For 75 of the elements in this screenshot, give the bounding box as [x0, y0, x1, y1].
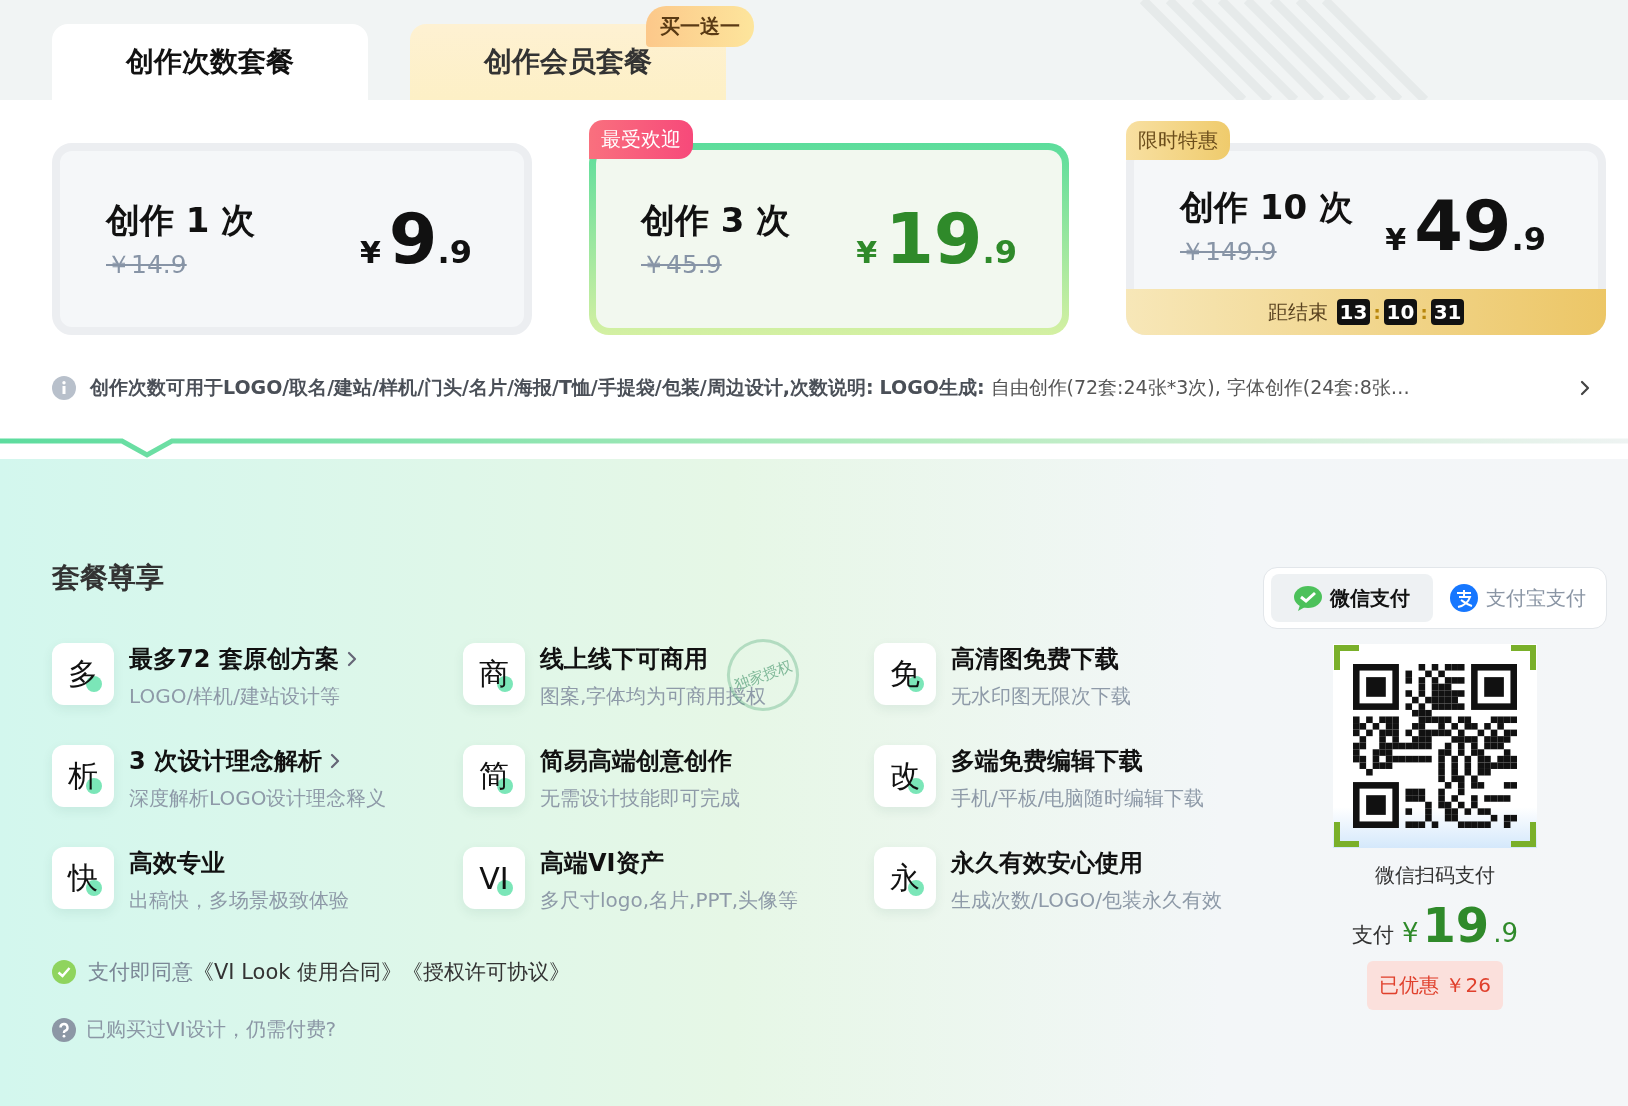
price: 19 — [885, 204, 983, 274]
benefit-description: 手机/平板/电脑随时编辑下载 — [951, 785, 1205, 812]
discount-badge: 已优惠 ￥26 — [1367, 961, 1503, 1010]
plan-tag: 最受欢迎 — [589, 120, 693, 159]
more-link[interactable] — [330, 753, 341, 769]
countdown-digit: 31 — [1430, 299, 1465, 325]
benefit-description: LOGO/样机/建站设计等 — [129, 683, 341, 710]
payment-logo-icon — [1450, 584, 1478, 612]
benefit-icon: 商 — [463, 643, 525, 705]
more-link[interactable] — [346, 651, 357, 667]
benefit-icon: 析 — [52, 745, 114, 807]
chat-bubble-icon — [1294, 585, 1322, 611]
countdown-label: 距结束 — [1267, 298, 1328, 326]
original-price: ￥14.9 — [106, 248, 188, 281]
benefit-title: 高清图免费下载 — [951, 644, 1119, 675]
benefit-icon: 快 — [52, 847, 114, 909]
plan-tag: 限时特惠 — [1126, 121, 1230, 160]
original-price: ￥149.9 — [1180, 235, 1278, 268]
section-title: 套餐尊享 — [52, 560, 165, 596]
currency-symbol: ¥ — [1401, 918, 1419, 948]
benefit-description: 无水印图无限次下载 — [951, 683, 1131, 710]
plan-tab[interactable]: 创作次数套餐 — [52, 24, 368, 100]
countdown-separator: : — [1373, 301, 1381, 323]
pay-amount-decimal: .9 — [1493, 918, 1519, 948]
price-decimal: .9 — [437, 233, 472, 271]
benefit-icon: 免 — [874, 643, 936, 705]
chevron-icon — [330, 753, 341, 769]
agreement-text: 支付即同意 — [88, 960, 193, 984]
benefit-title: 线上线下可商用 — [540, 644, 708, 675]
countdown-digit: 10 — [1383, 299, 1418, 325]
benefit-title: 简易高端创意创作 — [540, 746, 732, 777]
chevron-icon — [346, 651, 357, 667]
qr-caption: 微信扫码支付 — [1375, 862, 1495, 889]
pay-amount: 19 — [1422, 897, 1490, 953]
benefit-description: 多尺寸logo,名片,PPT,头像等 — [540, 887, 799, 914]
currency-symbol: ¥ — [856, 235, 878, 270]
benefit-title: 3 次设计理念解析 — [129, 746, 323, 777]
benefit-icon: 简 — [463, 745, 525, 807]
original-price: ￥45.9 — [641, 248, 723, 281]
agreement-link[interactable]: 《VI Look 使用合同》 — [193, 960, 403, 984]
benefit-title: 高端VI资产 — [540, 848, 664, 879]
benefit-icon: 永 — [874, 847, 936, 909]
benefit-title: 最多72 套原创方案 — [129, 644, 339, 675]
promo-badge: 买一送一 — [646, 6, 754, 47]
countdown-digit: 13 — [1336, 299, 1371, 325]
pay-label: 支付 — [1351, 922, 1394, 949]
payment-tab[interactable]: 微信支付 — [1271, 574, 1433, 622]
benefit-title: 永久有效安心使用 — [951, 848, 1143, 879]
plan-name: 创作 3 次 — [641, 198, 791, 242]
benefit-description: 无需设计技能即可完成 — [540, 785, 740, 812]
benefit-icon: 改 — [874, 745, 936, 807]
currency-symbol: ¥ — [360, 235, 381, 270]
price-decimal: .9 — [1511, 220, 1546, 258]
countdown-separator: : — [1420, 301, 1428, 323]
checkbox[interactable] — [52, 960, 76, 984]
expand-button[interactable] — [1580, 380, 1590, 396]
currency-symbol: ¥ — [1385, 222, 1407, 257]
benefit-description: 深度解析LOGO设计理念释义 — [129, 785, 387, 812]
plan-name: 创作 1 次 — [106, 198, 256, 242]
agreement-link[interactable]: 《授权许可协议》 — [402, 960, 571, 984]
price: 9 — [388, 204, 438, 274]
plan-name: 创作 10 次 — [1180, 185, 1353, 229]
benefit-icon: 多 — [52, 643, 114, 705]
chevron-icon — [1580, 380, 1590, 396]
help-icon — [52, 1017, 76, 1042]
price-decimal: .9 — [982, 233, 1017, 271]
price: 49 — [1414, 191, 1512, 261]
benefit-description: 生成次数/LOGO/包装永久有效 — [951, 887, 1222, 914]
usage-description: 创作次数可用于LOGO/取名/建站/样机/门头/名片/海报/T恤/手提袋/包装/周边设计,次数说明: LOGO生成: 自由创作(72套:24张*3次), 字体创作(24套:8张… — [90, 375, 1411, 400]
plan-card[interactable]: 创作 1 次 ￥14.9 ¥9.9 — [52, 143, 532, 335]
info-icon — [52, 376, 76, 400]
benefit-title: 高效专业 — [129, 848, 225, 879]
benefit-icon: VI — [463, 847, 525, 909]
benefit-description: 出稿快，多场景极致体验 — [129, 887, 349, 914]
benefit-title: 多端免费编辑下载 — [951, 746, 1143, 777]
